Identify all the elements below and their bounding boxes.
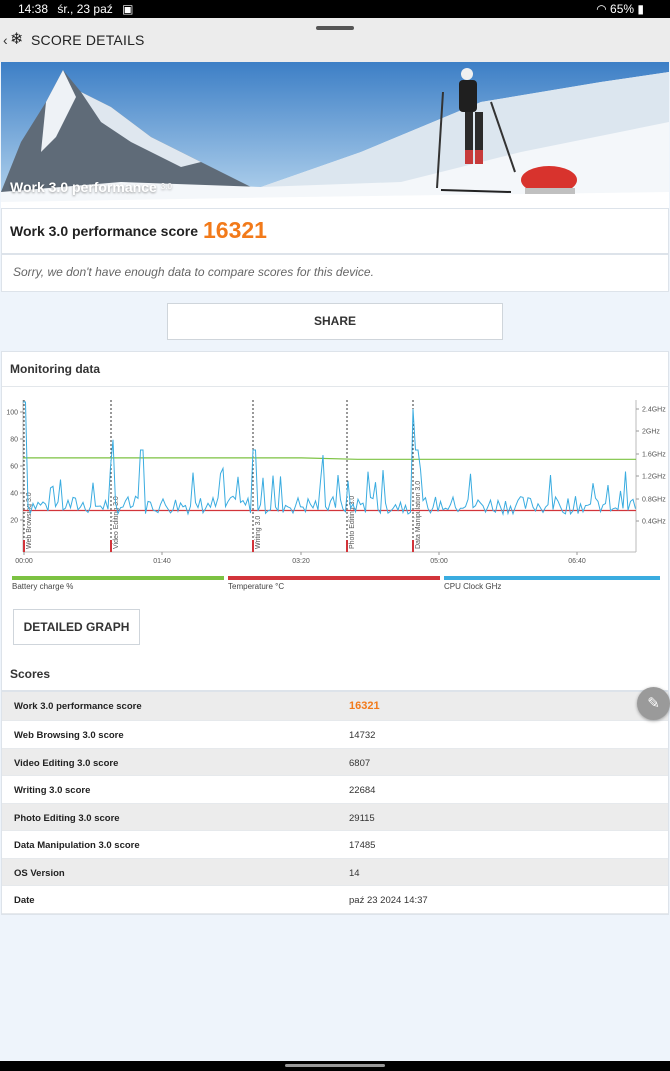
score-value: 16321 [203,217,267,243]
phase-label: Writing 3.0 [255,516,262,549]
x-tick-label: 05:00 [430,558,448,565]
y-tick-label: 20 [10,518,18,525]
phase-marker [110,540,112,552]
x-tick-label: 01:40 [153,558,171,565]
navigation-bar [0,1061,670,1071]
edit-pencil-icon[interactable]: ✎ [637,687,670,720]
divider [2,386,668,387]
phase-marker [412,540,414,552]
home-indicator[interactable] [285,1064,385,1067]
y2-tick-label: 2.4GHz [642,407,666,414]
table-row: Data Manipulation 3.0 score 17485 [2,831,668,859]
y-tick-label: 100 [6,410,18,417]
hero-title: Work 3.0 performance 3.0 [10,179,172,195]
legend-battery: Battery charge % [12,582,74,591]
legend-cpu: CPU Clock GHz [444,582,502,591]
table-row: Photo Editing 3.0 score 29115 [2,803,668,831]
table-row: OS Version 14 [2,858,668,886]
score-card: Work 3.0 performance score 16321 [1,208,669,254]
x-tick-label: 03:20 [292,558,310,565]
drag-handle[interactable] [316,26,354,30]
phase-label: Video Editing 3.0 [113,496,120,549]
row-label: Writing 3.0 score [14,785,91,796]
detailed-graph-button[interactable]: DETAILED GRAPH [13,609,140,645]
scores-heading: Scores [10,667,51,681]
row-label: Photo Editing 3.0 score [14,812,120,824]
row-label: OS Version [14,867,65,879]
hero-title-text: Work 3.0 performance [10,179,157,195]
status-time: 14:38 [18,2,49,16]
y2-tick-label: 1.2GHz [642,474,666,481]
row-label: Web Browsing 3.0 score [14,730,124,741]
row-label: Date [14,895,35,906]
row-value: 17485 [349,840,376,851]
table-row: Date paź 23 2024 14:37 [2,886,668,914]
status-bar: 14:38 śr., 23 paź ▣ ◠ 65% ▮ [0,0,670,18]
battery-icon: ▮ [637,2,644,16]
monitoring-heading: Monitoring data [10,362,100,376]
row-label: Work 3.0 performance score [14,701,142,712]
snowflake-icon: ❄ [10,31,24,48]
y-tick-label: 80 [10,437,18,444]
wifi-icon: ◠ [596,2,607,16]
legend-bar-cpu [444,576,660,580]
phase-marker [346,540,348,552]
y-tick-label: 40 [10,491,18,498]
legend-bar-battery [12,576,224,580]
row-value: 14 [349,867,360,879]
phase-label: Data Manipulation 3.0 [415,481,422,549]
x-tick-label: 06:40 [568,558,586,565]
row-value: 22684 [349,785,376,796]
hero-version: 3.0 [160,182,172,191]
row-value: 14732 [349,730,376,741]
compare-message: Sorry, we don't have enough data to comp… [13,265,374,279]
share-button[interactable]: SHARE [167,303,503,340]
battery-line [23,457,636,460]
table-row: Writing 3.0 score 22684 [2,776,668,804]
phase-marker [252,540,254,552]
y2-tick-label: 1.6GHz [642,452,666,459]
table-row: Work 3.0 performance score 16321 [2,692,668,721]
x-tick-label: 00:00 [15,558,33,565]
status-battery: 65% [610,2,635,16]
table-row: Video Editing 3.0 score 6807 [2,748,668,776]
monitoring-chart: 100 80 60 40 20 2.4GHz 2GHz 1.6GHz 1.2GHz 0.8GHz 0… [6,400,666,565]
table-row: Web Browsing 3.0 score 14732 [2,721,668,749]
score-label: Work 3.0 performance score [10,223,199,239]
monitoring-card: Monitoring data 100 80 60 40 20 2.4GHz 2GHz 1.6… [1,351,669,691]
row-value: 6807 [349,757,371,769]
image-icon: ▣ [122,2,134,16]
legend-temperature: Temperature °C [228,582,285,591]
row-label: Data Manipulation 3.0 score [14,840,140,851]
phase-marker [23,540,25,552]
y-tick-label: 60 [10,464,18,471]
row-value: 29115 [349,812,375,824]
app-bar: ‹ ❄ SCORE DETAILS [0,18,670,62]
row-value: paź 23 2024 14:37 [349,895,428,906]
page-title: SCORE DETAILS [31,32,145,48]
row-label: Video Editing 3.0 score [14,757,119,769]
y2-tick-label: 2GHz [642,429,660,436]
row-value: 16321 [349,700,380,712]
y2-tick-label: 0.4GHz [642,519,666,526]
hero-banner: Work 3.0 performance 3.0 [1,62,669,208]
scores-table: Work 3.0 performance score 16321 Web Bro… [1,691,669,915]
y2-tick-label: 0.8GHz [642,497,666,504]
phase-label: Web Browsing 3.0 [26,492,33,549]
back-icon[interactable]: ‹ [3,32,8,48]
legend-bar-temperature [228,576,440,580]
compare-card: Sorry, we don't have enough data to comp… [1,254,669,292]
status-date: śr., 23 paź [57,2,113,16]
